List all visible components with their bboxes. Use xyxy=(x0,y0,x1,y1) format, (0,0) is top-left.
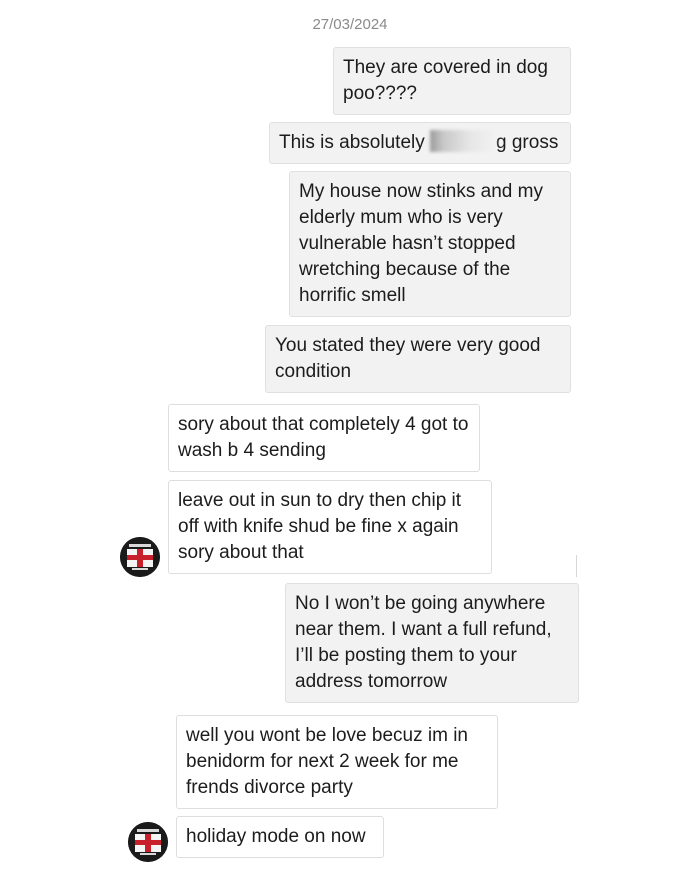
received-message[interactable]: sory about that completely 4 got to wash… xyxy=(168,404,480,472)
sent-message[interactable]: My house now stinks and my elderly mum w… xyxy=(289,171,571,317)
message-text: holiday mode on now xyxy=(186,826,366,847)
sent-message[interactable]: No I won’t be going anywhere near them. … xyxy=(285,583,579,703)
sender-avatar[interactable] xyxy=(128,822,168,862)
england-flag-avatar-icon xyxy=(128,822,168,862)
message-text: leave out in sun to dry then chip it off… xyxy=(178,490,462,563)
received-message[interactable]: well you wont be love becuz im in benido… xyxy=(176,715,498,809)
received-message[interactable]: leave out in sun to dry then chip it off… xyxy=(168,480,492,574)
sender-avatar[interactable] xyxy=(120,537,160,577)
england-flag-avatar-icon xyxy=(120,537,160,577)
message-text: You stated they were very good condition xyxy=(275,335,541,382)
message-text: This is absolutely xyxy=(279,132,425,153)
message-text: sory about that completely 4 got to wash… xyxy=(178,414,469,461)
message-text: My house now stinks and my elderly mum w… xyxy=(299,181,543,306)
sent-message[interactable]: You stated they were very good condition xyxy=(265,325,571,393)
scroll-indicator xyxy=(576,555,577,577)
sent-message[interactable]: This is absolutely g gross xyxy=(269,122,571,164)
message-text: g gross xyxy=(496,132,559,153)
redacted-word-blur xyxy=(430,130,497,152)
received-message[interactable]: holiday mode on now xyxy=(176,816,384,858)
message-text: well you wont be love becuz im in benido… xyxy=(186,725,468,798)
message-text: No I won’t be going anywhere near them. … xyxy=(295,593,552,692)
conversation-date: 27/03/2024 xyxy=(312,16,388,33)
sent-message[interactable]: They are covered in dog poo???? xyxy=(333,47,571,115)
message-text: They are covered in dog poo???? xyxy=(343,57,548,104)
